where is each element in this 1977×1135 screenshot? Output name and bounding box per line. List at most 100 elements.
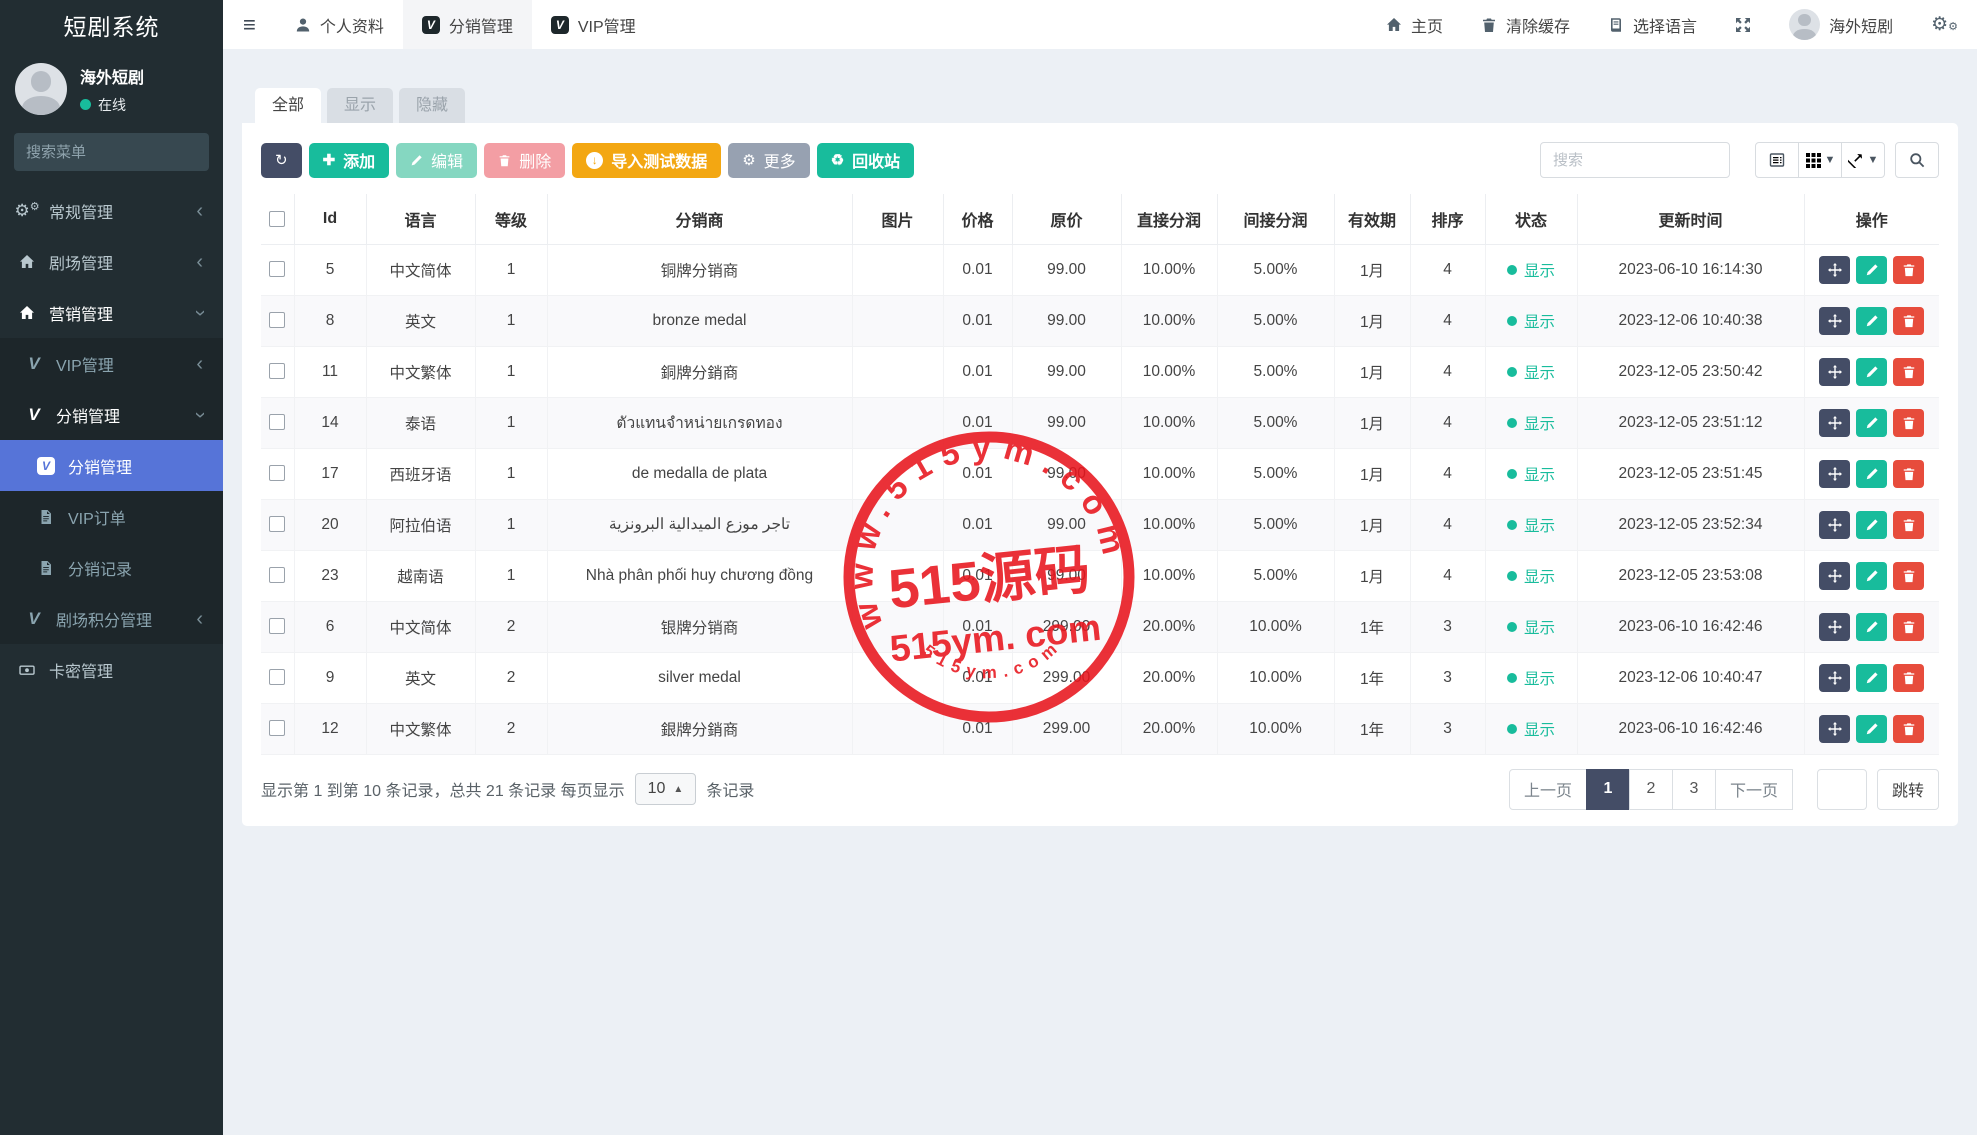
row-edit-button[interactable] [1856, 562, 1887, 590]
row-move-button[interactable] [1819, 664, 1850, 692]
sidebar-item-general[interactable]: ⚙⚙ 常规管理 ‹ [0, 185, 223, 236]
row-move-button[interactable] [1819, 358, 1850, 386]
next-page-button[interactable]: 下一页 [1715, 769, 1793, 810]
row-delete-button[interactable] [1893, 613, 1924, 641]
nav-fullscreen-button[interactable] [1716, 0, 1770, 49]
row-delete-button[interactable] [1893, 256, 1924, 284]
sidebar-item-vip-orders[interactable]: VIP订单 [0, 491, 223, 542]
row-checkbox[interactable] [269, 720, 285, 736]
row-checkbox[interactable] [269, 261, 285, 277]
nav-tab-profile[interactable]: 个人资料 [276, 0, 403, 49]
select-all-checkbox[interactable] [269, 211, 285, 227]
sidebar-item-card-keys[interactable]: 卡密管理 [0, 644, 223, 695]
row-edit-button[interactable] [1856, 307, 1887, 335]
row-move-button[interactable] [1819, 715, 1850, 743]
cell-distributor: 銅牌分銷商 [547, 346, 852, 397]
row-move-button[interactable] [1819, 562, 1850, 590]
row-edit-button[interactable] [1856, 613, 1887, 641]
tab-all[interactable]: 全部 [255, 88, 321, 123]
page-button-1[interactable]: 1 [1586, 769, 1630, 810]
row-edit-button[interactable] [1856, 715, 1887, 743]
row-delete-button[interactable] [1893, 511, 1924, 539]
table-search-input[interactable] [1540, 142, 1730, 178]
status-badge[interactable]: 显示 [1507, 463, 1555, 485]
row-delete-button[interactable] [1893, 358, 1924, 386]
row-delete-button[interactable] [1893, 715, 1924, 743]
row-delete-button[interactable] [1893, 307, 1924, 335]
sidebar-item-distribution-records[interactable]: 分销记录 [0, 542, 223, 593]
more-button[interactable]: ⚙更多 [728, 143, 809, 178]
prev-page-button[interactable]: 上一页 [1509, 769, 1587, 810]
row-checkbox[interactable] [269, 465, 285, 481]
nav-home-button[interactable]: 主页 [1367, 0, 1462, 49]
table-row: 23 越南语 1 Nhà phân phối huy chương đồng 0… [261, 550, 1939, 601]
status-badge[interactable]: 显示 [1507, 616, 1555, 638]
tab-hidden[interactable]: 隐藏 [399, 88, 465, 123]
row-move-button[interactable] [1819, 256, 1850, 284]
nav-tab-vip[interactable]: V VIP管理 [532, 0, 655, 49]
jump-page-input[interactable] [1817, 769, 1867, 810]
row-edit-button[interactable] [1856, 664, 1887, 692]
sidebar-search-input[interactable] [26, 144, 225, 161]
row-delete-button[interactable] [1893, 409, 1924, 437]
export-button[interactable]: ▼ [1841, 142, 1885, 178]
row-move-button[interactable] [1819, 613, 1850, 641]
row-move-button[interactable] [1819, 511, 1850, 539]
row-delete-button[interactable] [1893, 562, 1924, 590]
edit-button[interactable]: 编辑 [396, 143, 477, 178]
row-checkbox[interactable] [269, 669, 285, 685]
nav-language-button[interactable]: 选择语言 [1589, 0, 1716, 49]
refresh-button[interactable]: ↻ [261, 143, 302, 178]
page-size-select[interactable]: 10 ▲ [635, 773, 697, 805]
nav-clear-cache-button[interactable]: 清除缓存 [1462, 0, 1589, 49]
cell-original-price: 99.00 [1012, 295, 1121, 346]
jump-button[interactable]: 跳转 [1877, 769, 1939, 810]
row-checkbox[interactable] [269, 567, 285, 583]
sidebar-item-distribution-management[interactable]: V 分销管理 ‹ [0, 389, 223, 440]
delete-button[interactable]: 删除 [484, 143, 565, 178]
row-edit-button[interactable] [1856, 460, 1887, 488]
user-name: 海外短剧 [80, 64, 144, 88]
status-badge[interactable]: 显示 [1507, 361, 1555, 383]
row-delete-button[interactable] [1893, 460, 1924, 488]
row-checkbox[interactable] [269, 618, 285, 634]
row-delete-button[interactable] [1893, 664, 1924, 692]
nav-tab-distribution[interactable]: V 分销管理 [403, 0, 532, 49]
status-badge[interactable]: 显示 [1507, 259, 1555, 281]
add-button[interactable]: ✚添加 [309, 143, 390, 178]
sidebar-item-marketing[interactable]: 营销管理 ‹ [0, 287, 223, 338]
row-checkbox[interactable] [269, 516, 285, 532]
recycle-bin-button[interactable]: ♻回收站 [817, 143, 914, 178]
status-badge[interactable]: 显示 [1507, 412, 1555, 434]
sidebar-toggle-icon[interactable]: ≡ [223, 0, 276, 49]
row-edit-button[interactable] [1856, 409, 1887, 437]
search-button[interactable] [1895, 142, 1939, 178]
status-badge[interactable]: 显示 [1507, 667, 1555, 689]
columns-button[interactable]: ▼ [1798, 142, 1842, 178]
page-button-3[interactable]: 3 [1672, 769, 1716, 810]
page-button-2[interactable]: 2 [1629, 769, 1673, 810]
row-checkbox[interactable] [269, 363, 285, 379]
nav-user-menu[interactable]: 海外短剧 [1770, 0, 1912, 49]
row-edit-button[interactable] [1856, 511, 1887, 539]
detail-view-button[interactable] [1755, 142, 1799, 178]
sidebar-item-theater-points[interactable]: V 剧场积分管理 ‹ [0, 593, 223, 644]
row-move-button[interactable] [1819, 409, 1850, 437]
sidebar-item-distribution-sub[interactable]: V 分销管理 [0, 440, 223, 491]
import-test-data-button[interactable]: ↓导入测试数据 [572, 143, 721, 178]
row-checkbox[interactable] [269, 414, 285, 430]
row-move-button[interactable] [1819, 460, 1850, 488]
status-badge[interactable]: 显示 [1507, 718, 1555, 740]
sidebar-item-theater[interactable]: 剧场管理 ‹ [0, 236, 223, 287]
cell-id: 5 [294, 244, 366, 295]
tab-visible[interactable]: 显示 [327, 88, 393, 123]
row-checkbox[interactable] [269, 312, 285, 328]
status-badge[interactable]: 显示 [1507, 514, 1555, 536]
row-edit-button[interactable] [1856, 358, 1887, 386]
row-move-button[interactable] [1819, 307, 1850, 335]
status-badge[interactable]: 显示 [1507, 310, 1555, 332]
row-edit-button[interactable] [1856, 256, 1887, 284]
sidebar-item-vip-management[interactable]: V VIP管理 ‹ [0, 338, 223, 389]
status-badge[interactable]: 显示 [1507, 565, 1555, 587]
nav-settings-button[interactable]: ⚙⚙ [1912, 0, 1977, 49]
